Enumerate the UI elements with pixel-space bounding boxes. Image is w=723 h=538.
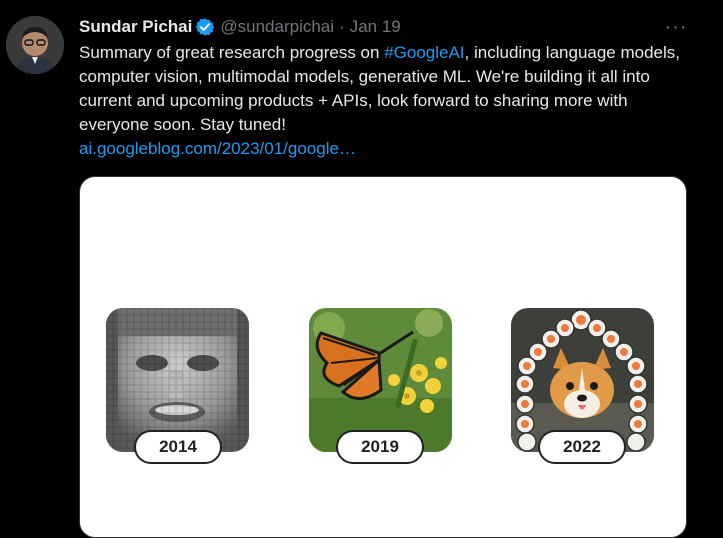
tweet-text: Summary of great research progress on #G… [79,41,699,161]
avatar[interactable] [6,16,64,74]
url-link[interactable]: ai.googleblog.com/2023/01/google… [79,139,356,158]
separator-dot: · [339,17,345,36]
tweet-date[interactable]: Jan 19 [350,17,401,37]
author-handle[interactable]: @sundarpichai [220,17,334,37]
year-badge-2022: 2022 [538,430,626,464]
author-name[interactable]: Sundar Pichai [79,17,192,37]
tweet-text-start: Summary of great research progress on [79,43,385,62]
verified-badge-icon [195,17,215,37]
tweet-header: Sundar Pichai @sundarpichai · Jan 19 [79,16,401,38]
year-badge-2014: 2014 [134,430,222,464]
year-badge-2019: 2019 [336,430,424,464]
more-options-icon[interactable]: ··· [662,17,690,37]
avatar-image [6,16,64,74]
hashtag-link[interactable]: #GoogleAI [384,43,464,62]
media-card[interactable]: 2014 2019 2022 [79,176,687,538]
tweet[interactable]: Sundar Pichai @sundarpichai · Jan 19 ···… [0,0,723,538]
